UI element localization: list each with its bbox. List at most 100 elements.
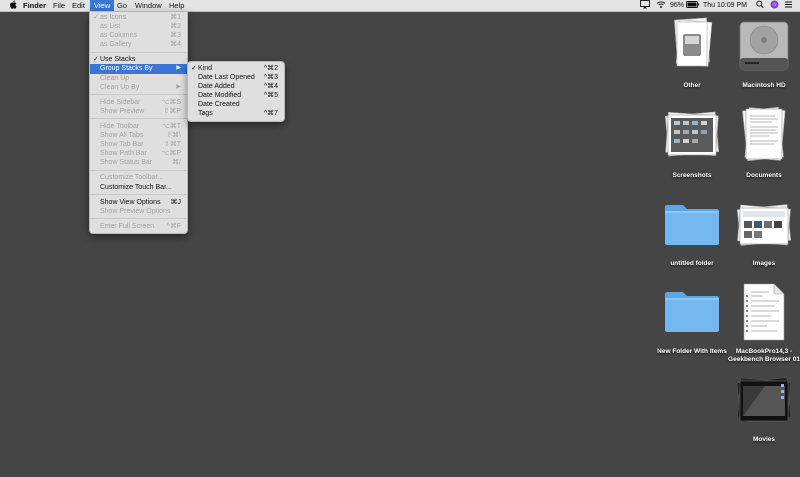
view-menu-item-label: Customize Touch Bar... bbox=[100, 183, 172, 191]
group-submenu-item-date-created[interactable]: Date Created bbox=[188, 100, 284, 109]
view-menu-item-show-preview-options: Show Preview Options bbox=[90, 207, 187, 216]
folder-icon bbox=[665, 205, 719, 245]
menu-separator bbox=[90, 118, 187, 120]
movies-stack-icon bbox=[736, 377, 792, 423]
view-menu-item-customize-toolbar: Customize Toolbar... bbox=[90, 173, 187, 182]
group-submenu-item-date-added[interactable]: Date Added ^⌘4 bbox=[188, 82, 284, 91]
group-submenu-item-label: Date Last Opened bbox=[198, 74, 255, 82]
view-menu-item-clean-up-by: Clean Up By ▶ bbox=[90, 83, 187, 92]
view-menu-item-label: Clean Up By bbox=[100, 83, 140, 91]
group-submenu-item-label: Date Added bbox=[198, 83, 235, 91]
view-menu-item-shortcut: ⌥⌘T bbox=[161, 122, 181, 130]
menubar-clock[interactable]: Thu 10:09 PM bbox=[703, 0, 747, 11]
view-menu-item-label: Hide Sidebar bbox=[100, 98, 141, 106]
view-menu-item-label: Show Path Bar bbox=[100, 150, 147, 158]
group-submenu-item-label: Date Modified bbox=[198, 92, 242, 100]
checkmark-icon: ✓ bbox=[93, 56, 99, 64]
view-menu-item-shortcut: ⌘J bbox=[170, 198, 182, 206]
view-menu-item-use-stacks[interactable]: ✓ Use Stacks bbox=[90, 55, 187, 64]
view-menu-item-shortcut: ⌘1 bbox=[170, 14, 181, 21]
desktop-item-images[interactable]: Images bbox=[724, 196, 800, 270]
desktop-label-geekbench-pdf: MacBookPro14,3 - Geekbench Browser 01 bbox=[728, 348, 800, 363]
view-menu-item-hide-sidebar: Hide Sidebar ⌥⌘S bbox=[90, 98, 187, 107]
menu-separator bbox=[90, 169, 187, 171]
view-menu-item-label: as Gallery bbox=[100, 41, 132, 49]
view-menu-item-clean-up: Clean Up bbox=[90, 74, 187, 83]
checkmark-icon: ✓ bbox=[93, 14, 99, 21]
desktop-item-macintosh-hd[interactable]: Macintosh HD bbox=[724, 16, 800, 96]
view-menu-item-as-icons: ✓ as Icons ⌘1 bbox=[90, 13, 187, 22]
view-menu-item-label: Show View Options bbox=[100, 198, 161, 206]
view-menu: ✓ as Icons ⌘1 as List ⌘2 as Columns ⌘3 as Galle… bbox=[89, 11, 188, 234]
view-menu-item-shortcut: ⌘3 bbox=[170, 32, 181, 40]
view-menu-item-shortcut: ⇧⌘P bbox=[163, 107, 181, 115]
view-menu-item-shortcut: ⇧⌘T bbox=[163, 141, 181, 149]
group-submenu-item-date-last-opened[interactable]: Date Last Opened ^⌘3 bbox=[188, 73, 284, 82]
view-menu-item-show-path-bar: Show Path Bar ⌥⌘P bbox=[90, 149, 187, 158]
group-submenu-item-shortcut: ^⌘2 bbox=[263, 65, 278, 72]
view-menu-item-shortcut: ^⌘F bbox=[166, 222, 181, 230]
document-stack-icon bbox=[674, 17, 713, 67]
view-menu-item-group-stacks-by[interactable]: Group Stacks By ▶ bbox=[90, 64, 187, 74]
group-submenu-item-tags[interactable]: Tags ^⌘7 bbox=[188, 109, 284, 118]
menu-separator bbox=[90, 194, 187, 196]
desktop-item-movies[interactable]: Movies bbox=[724, 370, 800, 450]
documents-stack-icon bbox=[742, 106, 786, 162]
view-menu-item-show-all-tabs: Show All Tabs ⇧⌘\ bbox=[90, 131, 187, 140]
view-menu-item-label: Enter Full Screen bbox=[100, 222, 155, 230]
desktop-item-geekbench-pdf[interactable]: MacBookPro14,3 - Geekbench Browser 01 bbox=[724, 280, 800, 366]
view-menu-item-shortcut: ⌘/ bbox=[172, 159, 181, 167]
submenu-arrow-icon: ▶ bbox=[176, 83, 181, 90]
group-submenu-item-date-modified[interactable]: Date Modified ^⌘5 bbox=[188, 91, 284, 100]
search-icon[interactable] bbox=[756, 0, 764, 11]
desktop-label-images: Images bbox=[752, 260, 776, 267]
menu-edit[interactable]: Edit bbox=[68, 0, 89, 11]
group-submenu-item-label: Kind bbox=[198, 65, 213, 72]
wifi-icon[interactable] bbox=[656, 0, 666, 11]
view-menu-item-label: Group Stacks By bbox=[100, 65, 153, 73]
group-submenu-item-label: Date Created bbox=[198, 101, 240, 109]
desktop-label-macintosh-hd: Macintosh HD bbox=[742, 82, 786, 89]
menu-separator bbox=[90, 51, 187, 53]
menu-finder[interactable]: Finder bbox=[19, 0, 50, 11]
view-menu-item-label: Clean Up bbox=[100, 74, 130, 82]
battery-icon[interactable] bbox=[686, 0, 700, 11]
view-menu-item-show-view-options[interactable]: Show View Options ⌘J bbox=[90, 198, 187, 207]
view-menu-item-shortcut: ⇧⌘\ bbox=[166, 132, 181, 140]
view-menu-item-customize-touch-bar[interactable]: Customize Touch Bar... bbox=[90, 183, 187, 192]
hard-drive-icon bbox=[739, 21, 789, 71]
view-menu-item-label: as List bbox=[100, 23, 121, 31]
view-menu-item-label: Show Status Bar bbox=[100, 159, 153, 167]
view-menu-item-show-preview: Show Preview ⇧⌘P bbox=[90, 107, 187, 116]
view-menu-item-shortcut: ⌘4 bbox=[170, 41, 181, 49]
view-menu-item-shortcut: ⌘2 bbox=[170, 23, 181, 31]
submenu-arrow-icon: ▶ bbox=[176, 65, 181, 72]
desktop-label-documents: Documents bbox=[746, 172, 782, 179]
menu-view[interactable]: View bbox=[90, 0, 115, 11]
view-menu-item-show-status-bar: Show Status Bar ⌘/ bbox=[90, 158, 187, 167]
group-submenu-item-label: Tags bbox=[198, 110, 213, 118]
desktop-item-documents[interactable]: Documents bbox=[724, 104, 800, 184]
siri-icon[interactable] bbox=[770, 0, 779, 11]
view-menu-item-label: as Icons bbox=[100, 14, 127, 21]
menu-window[interactable]: Window bbox=[131, 0, 166, 11]
airplay-icon[interactable] bbox=[640, 0, 650, 11]
checkmark-icon: ✓ bbox=[191, 65, 197, 72]
view-menu-item-label: as Columns bbox=[100, 32, 137, 40]
view-menu-item-as-gallery: as Gallery ⌘4 bbox=[90, 40, 187, 49]
view-menu-item-shortcut: ⌥⌘P bbox=[161, 150, 181, 158]
battery-percent: 96% bbox=[670, 2, 685, 9]
notification-center-icon[interactable] bbox=[784, 0, 793, 11]
menu-file[interactable]: File bbox=[49, 0, 69, 11]
menu-separator bbox=[90, 218, 187, 220]
screenshot-stack-icon bbox=[665, 111, 719, 157]
group-submenu-item-kind[interactable]: ✓ Kind ^⌘2 bbox=[188, 64, 284, 73]
images-stack-icon bbox=[736, 204, 792, 246]
view-menu-item-shortcut: ⌥⌘S bbox=[161, 98, 181, 106]
view-menu-item-as-columns: as Columns ⌘3 bbox=[90, 31, 187, 40]
menu-go[interactable]: Go bbox=[113, 0, 131, 11]
view-menu-item-label: Show Tab Bar bbox=[100, 141, 144, 149]
menu-help[interactable]: Help bbox=[165, 0, 188, 11]
desktop-item-untitled-folder[interactable]: untitled folder bbox=[652, 196, 732, 270]
view-menu-item-label: Show All Tabs bbox=[100, 132, 144, 140]
